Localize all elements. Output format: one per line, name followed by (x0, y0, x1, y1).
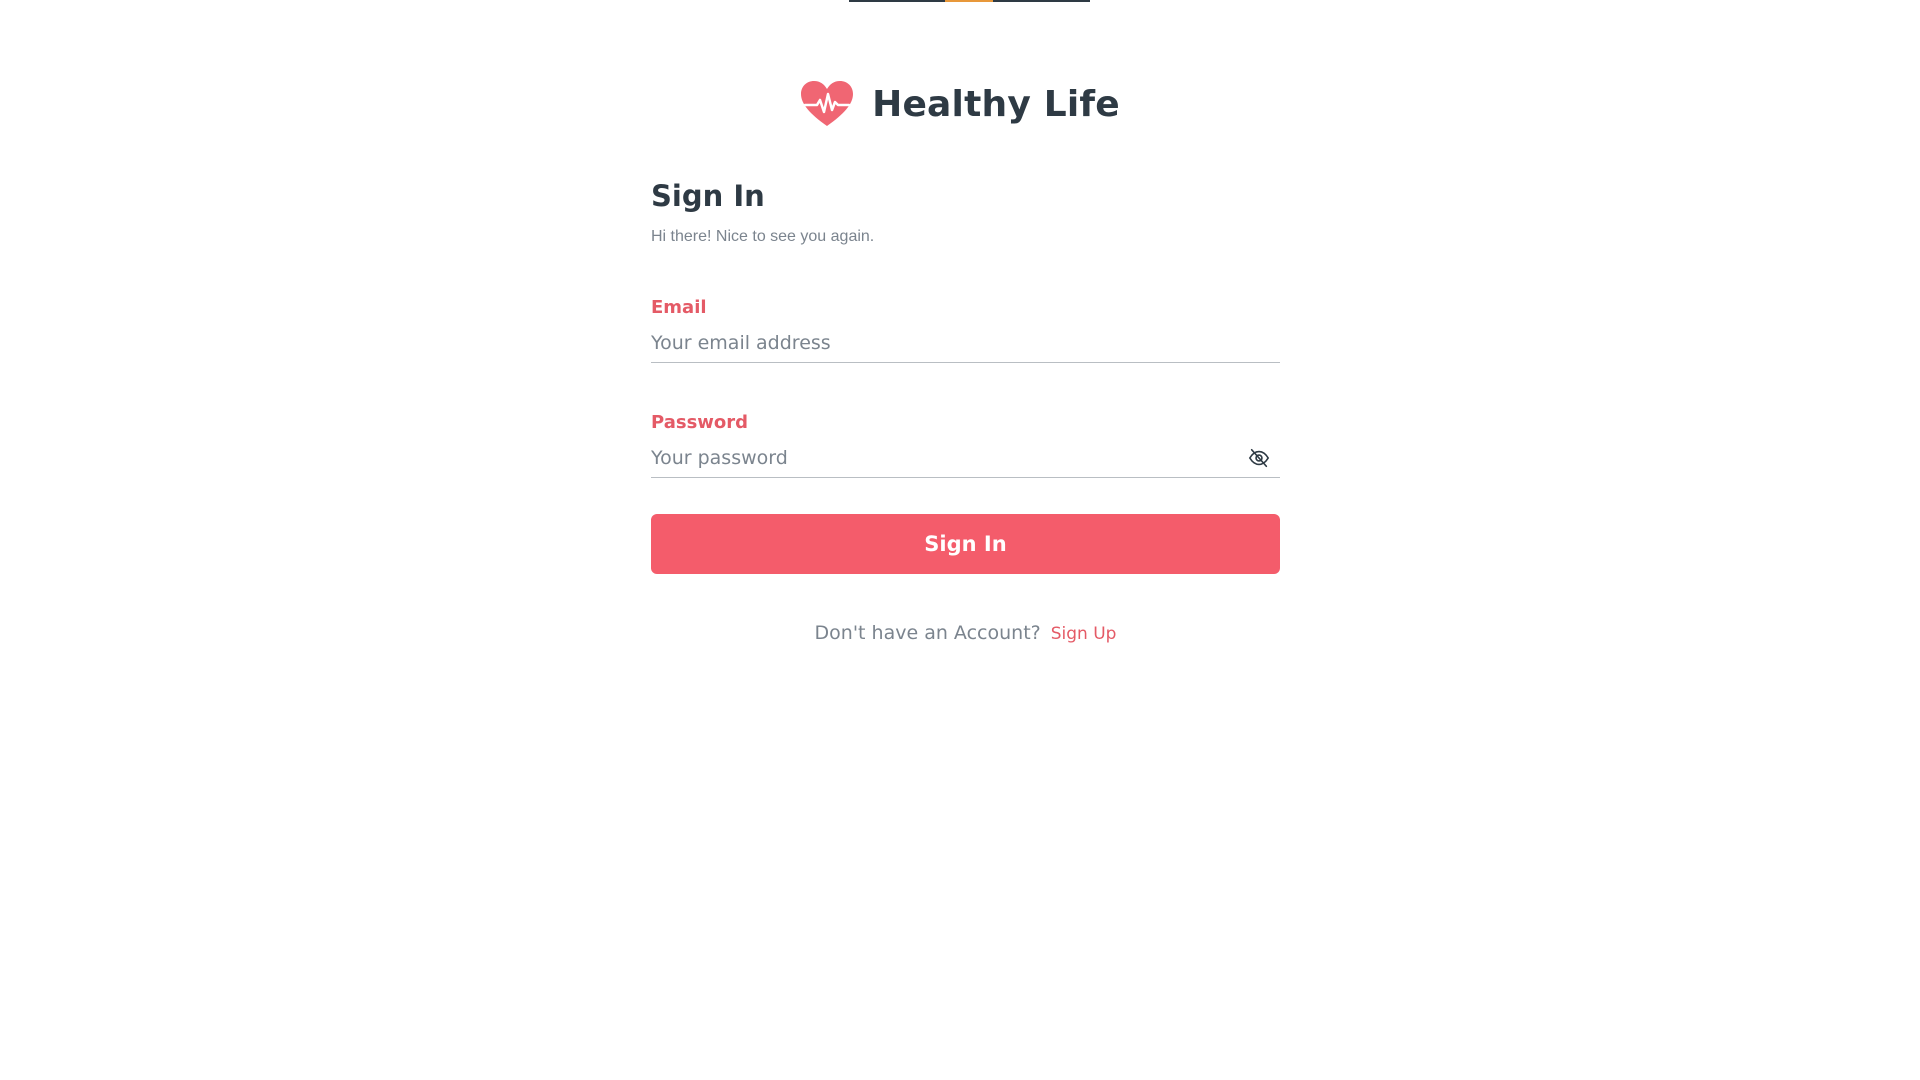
password-label: Password (651, 412, 749, 433)
heartbeat-heart-icon (801, 81, 854, 126)
email-label: Email (651, 297, 707, 318)
email-field-group: Email (651, 296, 1280, 363)
indicator-track-right (993, 0, 1090, 2)
email-input-wrapper (651, 328, 1280, 363)
sign-in-button[interactable]: Sign In (651, 514, 1280, 574)
indicator-track-left (849, 0, 945, 2)
password-field-group: Password (651, 411, 1280, 478)
eye-off-icon[interactable] (1248, 447, 1270, 469)
indicator-active-segment (945, 0, 993, 2)
sign-up-link[interactable]: Sign Up (1051, 624, 1117, 644)
page-subtitle: Hi there! Nice to see you again. (651, 228, 875, 245)
top-progress-indicator (849, 0, 1090, 2)
email-input[interactable] (651, 328, 1280, 358)
sign-in-form: Sign In Hi there! Nice to see you again.… (651, 176, 1280, 644)
password-input[interactable] (651, 443, 1280, 473)
page-title: Sign In (651, 179, 765, 213)
sign-up-prompt-text: Don't have an Account? (814, 622, 1041, 644)
sign-up-prompt: Don't have an Account? Sign Up (651, 622, 1280, 644)
app-name: Healthy Life (872, 83, 1120, 125)
password-input-wrapper (651, 443, 1280, 478)
brand-header: Healthy Life (0, 80, 1920, 128)
